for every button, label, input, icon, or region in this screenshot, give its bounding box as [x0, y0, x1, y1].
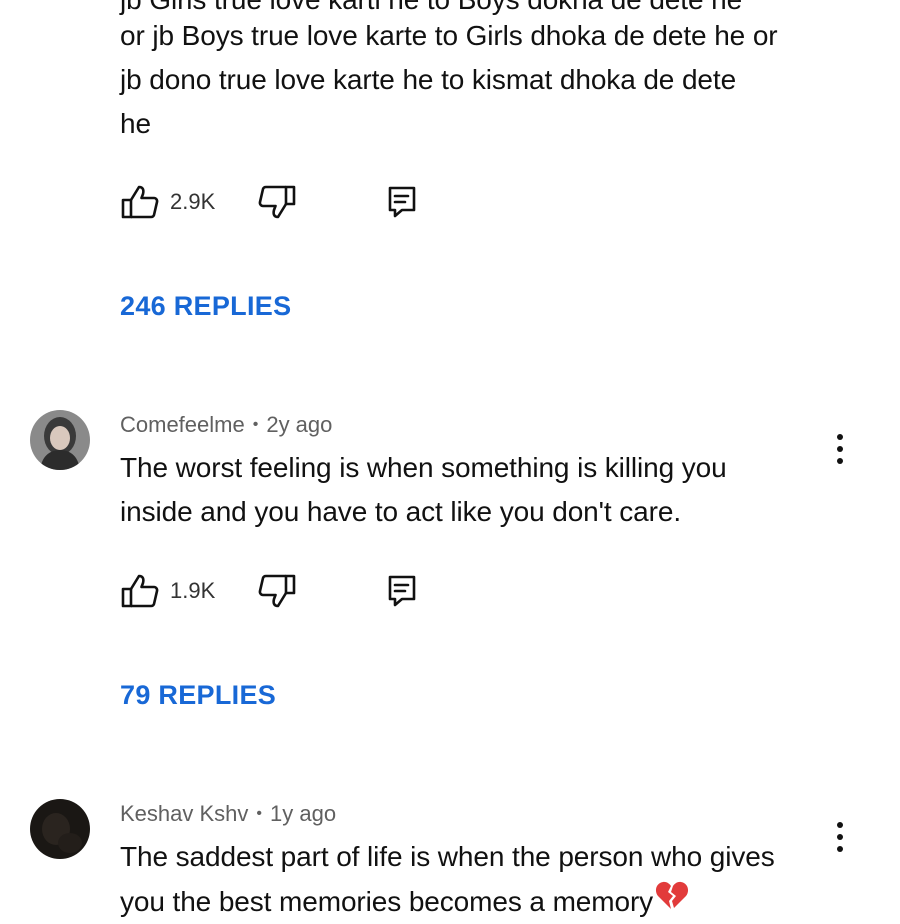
comment-text-line: inside and you have to act like you don'… — [120, 496, 682, 527]
view-replies-link[interactable]: 79 REPLIES — [120, 680, 276, 711]
like-button[interactable]: 1.9K — [120, 573, 215, 609]
reply-button[interactable] — [387, 185, 417, 219]
reply-comment-icon — [387, 574, 417, 608]
comment-text-line: or jb Boys true love karte to Girls dhok… — [120, 20, 778, 51]
comment-actions: 2.9K — [120, 182, 417, 222]
comment-text-line-wrap: you the best memories becomes a memory — [120, 879, 689, 924]
comment-text-line: he — [120, 108, 151, 139]
dot — [837, 434, 843, 440]
like-count: 1.9K — [170, 578, 216, 603]
dislike-button[interactable] — [257, 184, 297, 220]
comment-text-line: jb dono true love karte he to kismat dho… — [120, 64, 737, 95]
dislike-button[interactable] — [257, 573, 297, 609]
comment-actions: 1.9K — [120, 571, 417, 611]
avatar[interactable] — [30, 410, 90, 470]
thumbs-up-icon — [120, 573, 160, 609]
thumbs-down-icon — [257, 573, 297, 609]
thumbs-up-icon — [120, 184, 160, 220]
thumbs-down-icon — [257, 184, 297, 220]
comment-text-line: The saddest part of life is when the per… — [120, 841, 775, 872]
dot — [837, 446, 843, 452]
author-name[interactable]: Keshav Kshv — [120, 801, 248, 827]
dot — [837, 458, 843, 464]
view-replies-link[interactable]: 246 REPLIES — [120, 291, 291, 322]
meta-separator: • — [252, 416, 259, 433]
reply-button[interactable] — [387, 574, 417, 608]
comment-meta: Keshav Kshv • 1y ago — [120, 801, 336, 827]
author-name[interactable]: Comefeelme — [120, 412, 245, 438]
broken-heart-emoji — [655, 879, 689, 924]
more-options-button[interactable] — [835, 816, 845, 852]
comment-meta: Comefeelme • 2y ago — [120, 412, 332, 438]
avatar[interactable] — [30, 799, 90, 859]
comment-age: 1y ago — [270, 801, 337, 826]
comment-text-line: you the best memories becomes a memory — [120, 885, 654, 917]
reply-comment-icon — [387, 185, 417, 219]
dot — [837, 846, 843, 852]
like-button[interactable]: 2.9K — [120, 184, 215, 220]
comment-age: 2y ago — [266, 412, 333, 437]
like-count: 2.9K — [170, 189, 216, 214]
dot — [837, 834, 843, 840]
more-options-button[interactable] — [835, 428, 845, 464]
meta-separator: • — [256, 805, 263, 822]
dot — [837, 822, 843, 828]
comment-text-line: The worst feeling is when something is k… — [120, 452, 727, 483]
